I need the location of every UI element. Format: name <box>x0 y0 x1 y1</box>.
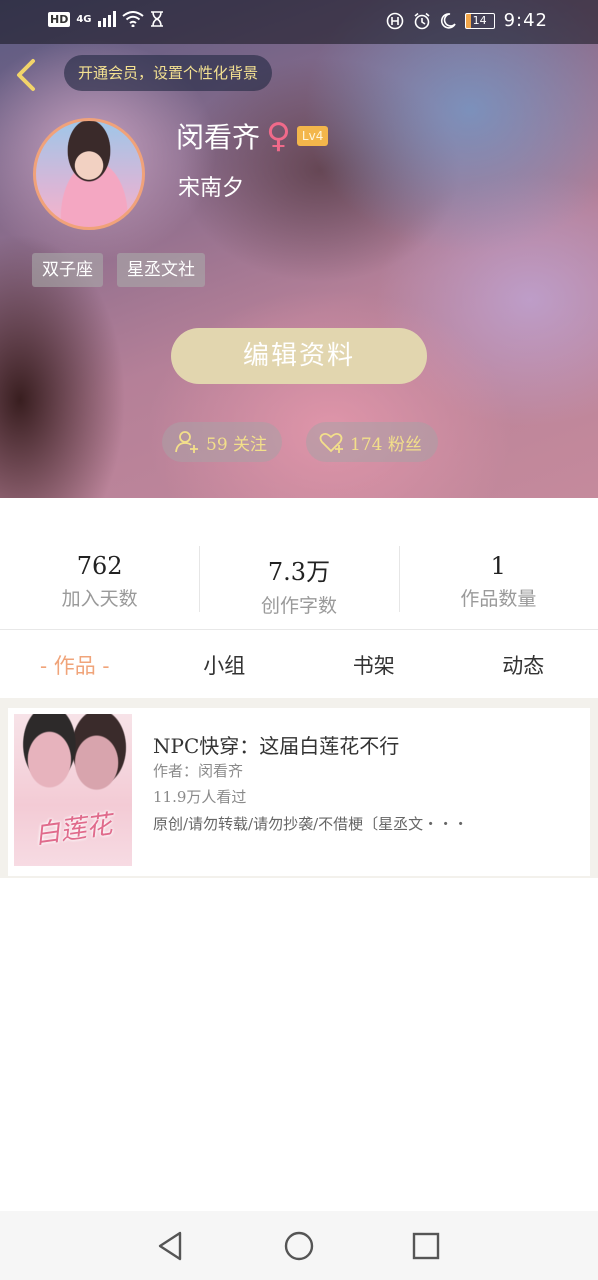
fans-button[interactable]: 174 粉丝 <box>306 422 438 462</box>
add-user-icon <box>175 431 198 453</box>
vip-background-banner[interactable]: 开通会员，设置个性化背景 <box>64 55 273 91</box>
moon-icon <box>440 12 456 29</box>
profile-name-row: 闵看齐 ♀ Lv4 <box>176 116 329 156</box>
clock: 9:42 <box>503 10 548 31</box>
book-views: 11.9万人看过 <box>153 788 247 806</box>
battery-icon: 14 <box>464 12 495 29</box>
avatar[interactable] <box>33 118 145 230</box>
profile-tags: 双子座 星丞文社 <box>32 253 205 287</box>
stat-label: 创作字数 <box>260 595 337 617</box>
book-description: 原创/请勿转载/请勿抄袭/不借梗〔星丞文・・・ <box>153 815 469 833</box>
tag-organization[interactable]: 星丞文社 <box>117 253 205 287</box>
female-icon: ♀ <box>266 116 291 156</box>
stat-label: 加入天数 <box>61 588 138 610</box>
book-author: 作者：闵看齐 <box>153 762 244 780</box>
following-count: 59 关注 <box>206 434 268 455</box>
edit-profile-button[interactable]: 编辑资料 <box>171 328 427 384</box>
profile-stats: 762 加入天数 7.3万 创作字数 1 作品数量 <box>0 540 598 620</box>
nav-home-icon[interactable] <box>283 1230 315 1262</box>
nav-back-icon[interactable] <box>154 1230 186 1262</box>
book-title: NPC快穿：这届白莲花不行 <box>153 734 400 758</box>
tab-bookshelf[interactable]: 书架 <box>299 640 449 692</box>
hd-icon: HD <box>48 11 71 27</box>
stat-value: 762 <box>76 552 123 580</box>
level-badge: Lv4 <box>296 126 329 146</box>
profile-subname: 宋南夕 <box>178 176 245 201</box>
data-saver-icon <box>386 12 403 29</box>
profile-tabs: - 作品 - 小组 书架 动态 <box>0 640 598 692</box>
tab-works[interactable]: - 作品 - <box>0 640 150 692</box>
work-card[interactable]: 白莲花 NPC快穿：这届白莲花不行 作者：闵看齐 11.9万人看过 原创/请勿转… <box>8 708 590 876</box>
wifi-icon <box>121 11 144 27</box>
status-bar: HD 4G 14 9:42 <box>0 0 598 44</box>
tag-zodiac[interactable]: 双子座 <box>32 253 103 287</box>
stat-value: 7.3万 <box>267 558 331 586</box>
signal-icon <box>97 11 116 27</box>
stat-works-count: 1 作品数量 <box>398 540 598 620</box>
system-navigation-bar <box>0 1211 598 1280</box>
hourglass-icon <box>150 11 163 27</box>
back-button[interactable] <box>14 58 44 92</box>
divider <box>0 629 598 630</box>
profile-name: 闵看齐 <box>176 121 261 154</box>
book-cover: 白莲花 <box>14 714 132 866</box>
fans-count: 174 粉丝 <box>350 434 422 455</box>
chevron-left-icon <box>17 59 35 91</box>
tab-activity[interactable]: 动态 <box>449 640 598 692</box>
alarm-icon <box>414 12 430 29</box>
stat-word-count: 7.3万 创作字数 <box>199 540 398 620</box>
heart-icon <box>319 432 343 453</box>
nav-recents-icon[interactable] <box>410 1230 442 1262</box>
stat-label: 作品数量 <box>460 588 537 610</box>
book-cover-title: 白莲花 <box>32 809 115 851</box>
following-button[interactable]: 59 关注 <box>162 422 282 462</box>
network-type: 4G <box>76 13 92 25</box>
stat-days-joined: 762 加入天数 <box>0 540 199 620</box>
tab-groups[interactable]: 小组 <box>150 640 300 692</box>
stat-value: 1 <box>490 552 506 580</box>
